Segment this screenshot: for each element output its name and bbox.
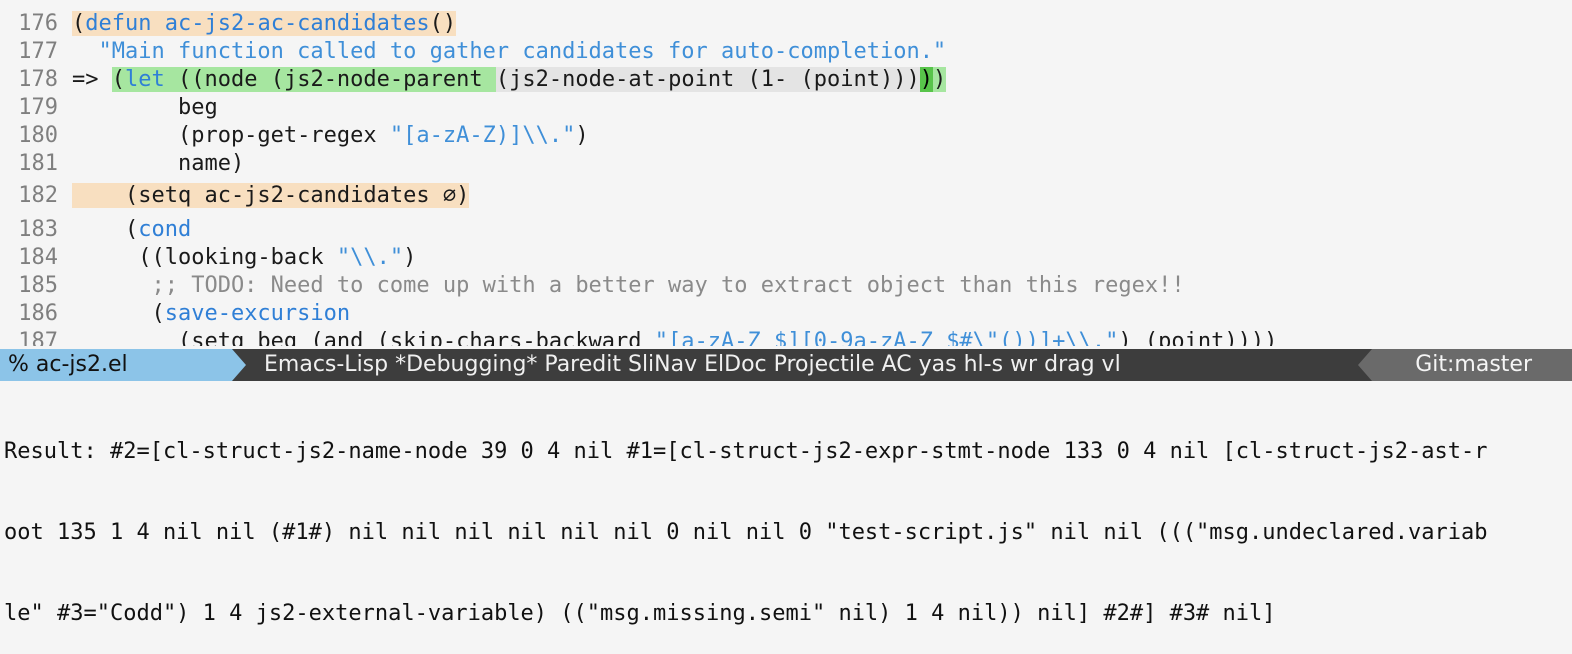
code-token: ((node (js2-node-parent: [164, 67, 496, 92]
code-token: ): [932, 67, 947, 92]
code-string: "Main function called to gather candidat…: [72, 39, 947, 64]
code-token: ): [575, 123, 589, 148]
code-line[interactable]: 176 (defun ac-js2-ac-candidates(): [0, 10, 1572, 38]
code-keyword: let: [125, 67, 165, 92]
code-line[interactable]: 185 ;; TODO: Need to come up with a bett…: [0, 272, 1572, 300]
code-line[interactable]: 178 => (let ((node (js2-node-parent (js2-…: [0, 66, 1572, 94]
code-keyword: defun: [85, 11, 152, 36]
line-number: 181: [18, 151, 58, 176]
line-number: 185: [18, 273, 58, 298]
code-token: [151, 11, 165, 36]
code-text[interactable]: name): [72, 150, 244, 178]
code-text[interactable]: "Main function called to gather candidat…: [72, 38, 946, 66]
code-token: ): [403, 245, 417, 270]
code-line[interactable]: 182 (setq ac-js2-candidates ∅): [0, 182, 1572, 210]
echo-area: Result: #2=[cl-struct-js2-name-node 39 0…: [4, 384, 1570, 654]
code-keyword: ac-js2-ac-candidates: [164, 11, 430, 36]
code-editor[interactable]: 176 (defun ac-js2-ac-candidates() 177 "Mai…: [0, 0, 1572, 346]
code-text[interactable]: (setq beg (and (skip-chars-backward "[a-…: [72, 328, 1277, 346]
code-string: "[a-zA-Z_$][0-9a-zA-Z_$#\"())]+\\.": [654, 329, 1119, 346]
code-text[interactable]: => (let ((node (js2-node-parent (js2-nod…: [72, 66, 947, 94]
line-number: 184: [18, 245, 58, 270]
code-text[interactable]: ((looking-back "\\."): [72, 244, 416, 272]
line-number: 183: [18, 217, 58, 242]
code-text[interactable]: (cond: [72, 216, 191, 244]
code-line[interactable]: 184 ((looking-back "\\."): [0, 244, 1572, 272]
active-modes: Emacs-Lisp *Debugging* Paredit SliNav El…: [264, 352, 1121, 377]
code-token: (: [111, 67, 125, 92]
git-branch[interactable]: Git:master: [1415, 349, 1532, 381]
code-line[interactable]: 179 beg: [0, 94, 1572, 122]
line-number: 182: [18, 183, 58, 208]
line-number: 176: [18, 11, 58, 36]
code-text[interactable]: beg: [72, 94, 218, 122]
echo-line: Result: #2=[cl-struct-js2-name-node 39 0…: [4, 439, 1488, 464]
echo-line: le" #3="Codd") 1 4 js2-external-variable…: [4, 601, 1276, 626]
mode-line: % ac-js2.el Emacs-Lisp *Debugging* Pared…: [0, 349, 1572, 381]
code-line[interactable]: 186 (save-excursion: [0, 300, 1572, 328]
code-token: beg: [72, 95, 218, 120]
code-line[interactable]: 177 "Main function called to gather cand…: [0, 38, 1572, 66]
code-token: (): [429, 11, 457, 36]
code-string: "[a-zA-Z)]\\.": [389, 123, 576, 148]
code-string: "\\.": [336, 245, 404, 270]
line-number: 177: [18, 39, 58, 64]
line-number: 179: [18, 95, 58, 120]
code-token: (prop-get-regex: [72, 123, 390, 148]
code-line[interactable]: 181 name): [0, 150, 1572, 178]
code-token: (: [72, 301, 165, 326]
line-number: 180: [18, 123, 58, 148]
line-number: 178: [18, 67, 58, 92]
code-keyword: cond: [138, 217, 192, 242]
code-token: ) (point)))): [1118, 329, 1278, 346]
mode-line-separator-arrow: [1358, 349, 1372, 381]
code-token: name): [72, 151, 245, 176]
line-number: 187: [18, 329, 58, 346]
code-comment: ;; TODO: Need to come up with a better w…: [72, 273, 1185, 298]
code-text[interactable]: (defun ac-js2-ac-candidates(): [72, 10, 457, 38]
buffer-name[interactable]: % ac-js2.el: [0, 349, 232, 381]
code-text[interactable]: (save-excursion: [72, 300, 350, 328]
line-number: 186: [18, 301, 58, 326]
code-token: ((looking-back: [72, 245, 337, 270]
code-token: (: [72, 11, 86, 36]
code-line[interactable]: 183 (cond: [0, 216, 1572, 244]
code-text[interactable]: (prop-get-regex "[a-zA-Z)]\\."): [72, 122, 589, 150]
code-line[interactable]: 180 (prop-get-regex "[a-zA-Z)]\\."): [0, 122, 1572, 150]
code-token: (setq beg (and (skip-chars-backward: [72, 329, 655, 346]
code-token: (: [72, 217, 139, 242]
code-token: =>: [72, 67, 112, 92]
echo-line: oot 135 1 4 nil nil (#1#) nil nil nil ni…: [4, 520, 1488, 545]
code-line[interactable]: 187 (setq beg (and (skip-chars-backward …: [0, 328, 1572, 346]
code-text[interactable]: (setq ac-js2-candidates ∅): [72, 182, 470, 210]
code-token: (setq ac-js2-candidates ∅): [72, 183, 470, 208]
code-token: (js2-node-at-point (1- (point))): [495, 67, 920, 92]
mode-line-separator-arrow: [232, 349, 246, 381]
code-text[interactable]: ;; TODO: Need to come up with a better w…: [72, 272, 1185, 300]
code-keyword: save-excursion: [164, 301, 351, 326]
code-token: ): [919, 67, 933, 92]
